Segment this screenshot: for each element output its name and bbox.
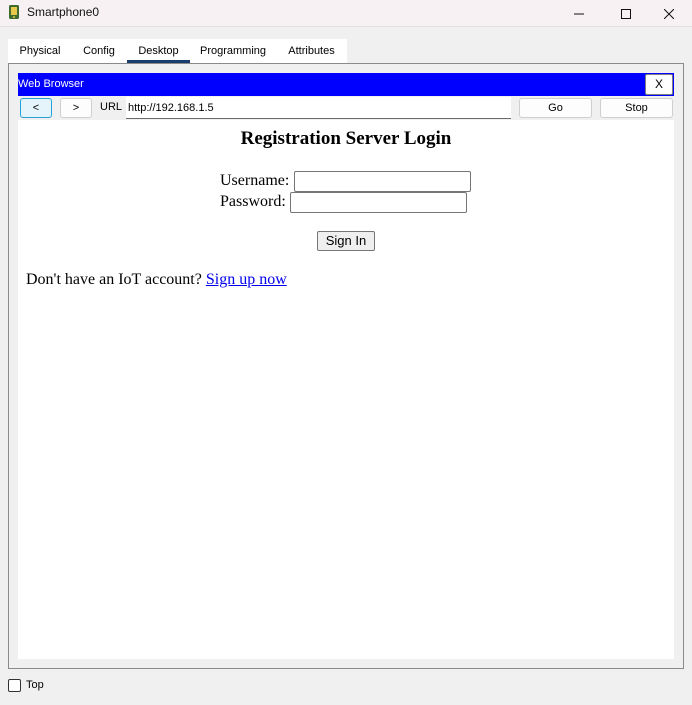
sign-in-button[interactable]: Sign In xyxy=(317,231,375,251)
go-button[interactable]: Go xyxy=(519,98,592,118)
password-input[interactable] xyxy=(290,192,467,213)
username-label: Username: xyxy=(220,172,290,189)
sign-up-link[interactable]: Sign up now xyxy=(206,271,287,288)
close-icon xyxy=(664,8,674,19)
app-icon xyxy=(9,5,19,19)
stop-button[interactable]: Stop xyxy=(600,98,673,118)
page-title: Registration Server Login xyxy=(240,128,452,149)
url-input[interactable] xyxy=(126,97,511,119)
back-button[interactable]: < xyxy=(20,98,52,118)
device-tabs: Physical Config Desktop Programming Attr… xyxy=(8,39,347,63)
window-title: Smartphone0 xyxy=(27,5,100,19)
maximize-icon xyxy=(621,8,631,19)
window-titlebar: Smartphone0 xyxy=(0,0,692,27)
web-browser-titlebar: Web Browser X xyxy=(18,73,674,96)
maximize-button[interactable] xyxy=(603,0,649,27)
minimize-button[interactable] xyxy=(556,0,602,27)
window-close-button[interactable] xyxy=(646,0,692,27)
browser-toolbar: < > URL Go Stop xyxy=(18,96,674,120)
tab-physical[interactable]: Physical xyxy=(10,39,70,63)
url-label: URL xyxy=(100,101,123,113)
tab-programming[interactable]: Programming xyxy=(194,39,272,63)
password-label: Password: xyxy=(220,193,286,210)
tab-attributes[interactable]: Attributes xyxy=(280,39,343,63)
web-browser-title: Web Browser xyxy=(18,78,84,90)
top-checkbox[interactable] xyxy=(8,679,21,692)
top-checkbox-label: Top xyxy=(26,679,44,691)
signup-prompt-line: Don't have an IoT account? Sign up now xyxy=(26,271,287,289)
browser-viewport: Registration Server Login Username: Pass… xyxy=(18,120,674,659)
tab-desktop[interactable]: Desktop xyxy=(127,39,190,63)
username-input[interactable] xyxy=(294,171,471,192)
minimize-icon xyxy=(574,13,584,14)
browser-close-button[interactable]: X xyxy=(645,74,673,95)
tab-config[interactable]: Config xyxy=(74,39,124,63)
signup-prompt-text: Don't have an IoT account? xyxy=(26,271,206,288)
forward-button[interactable]: > xyxy=(60,98,92,118)
